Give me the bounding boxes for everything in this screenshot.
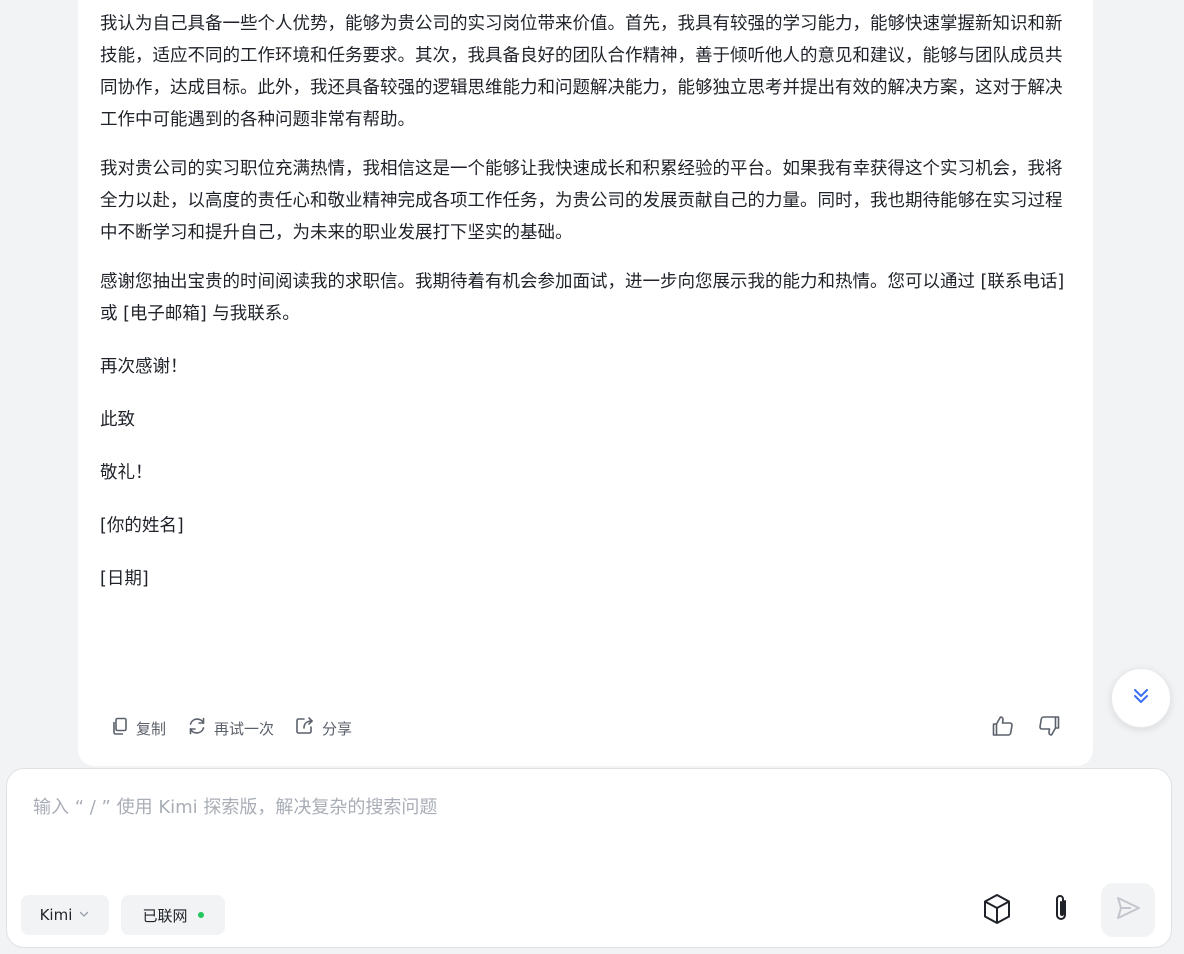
retry-button[interactable]: 再试一次 — [186, 716, 274, 740]
assistant-message-card: 我认为自己具备一些个人优势，能够为贵公司的实习岗位带来价值。首先，我具有较强的学… — [78, 0, 1093, 766]
signature-date: [日期] — [100, 569, 149, 589]
closing-salute: 敬礼！ — [100, 463, 153, 483]
copy-icon — [110, 716, 136, 740]
closing-thanks: 再次感谢！ — [100, 357, 188, 377]
dislike-button[interactable] — [1037, 715, 1061, 741]
chat-composer: 输入 “ / ” 使用 Kimi 探索版，解决复杂的搜索问题 Kimi 已联网 — [6, 768, 1172, 948]
copy-label: 复制 — [136, 719, 167, 738]
network-status-label: 已联网 — [142, 906, 188, 925]
network-status-dot — [197, 912, 204, 918]
message-paragraph: 我认为自己具备一些个人优势，能够为贵公司的实习岗位带来价值。首先，我具有较强的学… — [100, 14, 1063, 130]
thumbs-up-icon — [991, 715, 1015, 741]
message-actions: 复制 再试一次 分享 — [110, 712, 1061, 744]
model-selector[interactable]: Kimi — [21, 895, 109, 935]
chat-input[interactable]: 输入 “ / ” 使用 Kimi 探索版，解决复杂的搜索问题 — [33, 793, 1145, 819]
share-icon — [294, 716, 322, 740]
cube-icon — [980, 892, 1014, 930]
message-paragraph: 感谢您抽出宝贵的时间阅读我的求职信。我期待着有机会参加面试，进一步向您展示我的能… — [100, 272, 1065, 324]
attach-file-button[interactable] — [1041, 891, 1081, 931]
retry-label: 再试一次 — [214, 719, 275, 738]
closing-regards: 此致 — [100, 410, 135, 430]
refresh-icon — [186, 716, 214, 740]
signature-name: [你的姓名] — [100, 516, 184, 536]
share-label: 分享 — [322, 719, 353, 738]
message-paragraph: 我对贵公司的实习职位充满热情，我相信这是一个能够让我快速成长和积累经验的平台。如… — [100, 159, 1063, 243]
model-name: Kimi — [39, 906, 73, 924]
send-button[interactable] — [1101, 883, 1155, 937]
thumbs-down-icon — [1037, 715, 1061, 741]
message-body: 我认为自己具备一些个人优势，能够为贵公司的实习岗位带来价值。首先，我具有较强的学… — [100, 8, 1071, 595]
copy-button[interactable]: 复制 — [110, 716, 166, 740]
share-button[interactable]: 分享 — [294, 716, 352, 740]
like-button[interactable] — [991, 715, 1015, 741]
paperclip-icon — [1049, 892, 1073, 930]
network-toggle[interactable]: 已联网 — [121, 895, 225, 935]
toolbox-button[interactable] — [977, 891, 1017, 931]
double-chevron-down-icon — [1129, 684, 1153, 712]
chevron-down-icon — [78, 906, 90, 924]
scroll-to-bottom-button[interactable] — [1111, 668, 1171, 728]
send-icon — [1113, 893, 1143, 927]
